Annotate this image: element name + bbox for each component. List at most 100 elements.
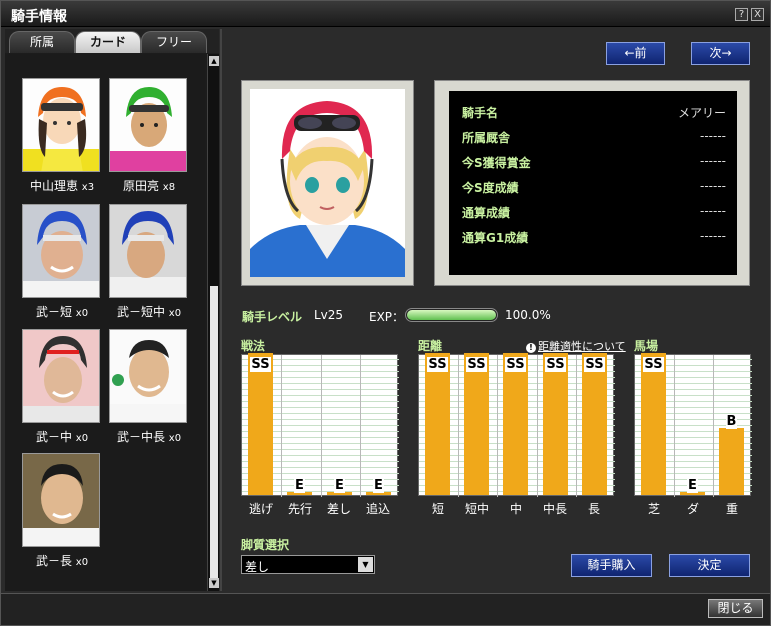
jockey-card-count: x8 <box>162 182 176 193</box>
track-title: 馬場 <box>634 339 659 353</box>
scroll-down-icon[interactable]: ▼ <box>209 578 219 588</box>
aptitude-label: 短 <box>431 502 444 516</box>
aptitude-grade: B <box>725 414 738 429</box>
exp-bar-fill <box>407 310 496 320</box>
jockey-card-caption: 武－中 x0 <box>12 428 112 445</box>
info-label: 騎手名 <box>462 106 499 120</box>
running-style-label: 脚質選択 <box>241 538 290 552</box>
aptitude-grade: E <box>373 478 384 493</box>
jockey-card-count: x0 <box>75 557 89 568</box>
distance-aptitude-link[interactable]: ! 距離適性について <box>526 338 626 354</box>
card-list-scrollbar[interactable]: ▲ ▼ <box>207 54 219 591</box>
chart-column-divider <box>321 355 322 497</box>
dropdown-arrow-icon[interactable]: ▼ <box>358 557 373 572</box>
jockey-card-count: x3 <box>81 182 95 193</box>
jockey-portrait-frame <box>241 80 414 286</box>
tab-card[interactable]: カード <box>75 31 141 53</box>
buy-jockey-button[interactable]: 騎手購入 <box>571 554 652 577</box>
aptitude-bar <box>719 428 744 495</box>
info-label: 今S度成績 <box>462 181 519 195</box>
tab-affiliation[interactable]: 所属 <box>9 31 75 53</box>
info-label: 通算G1成績 <box>462 231 529 245</box>
jockey-level-label: 騎手レベル <box>242 310 303 324</box>
jockey-info-frame: 騎手名 メアリー 所属厩舎 ------ 今S獲得賞金 ------ 今S度成績… <box>434 80 750 286</box>
jockey-card-caption: 武－短 x0 <box>12 303 112 320</box>
info-value: ------ <box>700 229 726 243</box>
info-icon: ! <box>526 343 536 353</box>
jockey-level-value: Lv25 <box>314 308 344 322</box>
running-style-select[interactable]: 差し ▼ <box>241 555 375 574</box>
next-button[interactable]: 次→ <box>691 42 750 65</box>
window-title: 騎手情報 <box>11 9 67 25</box>
jockey-card-count: x0 <box>75 433 89 444</box>
aptitude-grade: SS <box>545 357 566 372</box>
tactics-title: 戦法 <box>241 339 266 353</box>
info-value: メアリー <box>677 106 726 120</box>
close-x-button[interactable]: X <box>751 8 764 21</box>
aptitude-grade: E <box>334 478 345 493</box>
card-panel: 所属 カード フリー 中山理恵 x3 原田亮 x8 武－短 x0 武－短中 x0… <box>5 29 219 591</box>
jockey-card-name: 武－長 <box>35 554 72 568</box>
aptitude-label: 追込 <box>365 502 390 516</box>
info-value: ------ <box>700 154 726 168</box>
info-label: 通算成績 <box>462 206 511 220</box>
confirm-button[interactable]: 決定 <box>669 554 750 577</box>
chart-column-divider <box>458 355 459 497</box>
aptitude-bar <box>503 353 528 495</box>
panel-divider <box>220 29 222 591</box>
aptitude-label: 差し <box>326 502 351 516</box>
aptitude-label: 重 <box>725 502 738 516</box>
close-button[interactable]: 閉じる <box>708 599 763 618</box>
chart-column-divider <box>674 355 675 497</box>
jockey-card-name: 武－中長 <box>116 430 165 444</box>
jockey-card-count: x0 <box>75 308 89 319</box>
distance-title: 距離 <box>418 339 443 353</box>
jockey-card-image <box>109 204 187 298</box>
jockey-card-image <box>22 453 100 547</box>
info-row-total-record: 通算成績 ------ <box>462 204 726 224</box>
jockey-card-image <box>22 204 100 298</box>
info-row-season-record: 今S度成績 ------ <box>462 179 726 199</box>
info-row-stable: 所属厩舎 ------ <box>462 129 726 149</box>
info-value: ------ <box>700 129 726 143</box>
title-bar: 騎手情報 ? X <box>1 1 770 27</box>
info-row-season-prize: 今S獲得賞金 ------ <box>462 154 726 174</box>
help-button[interactable]: ? <box>735 8 748 21</box>
aptitude-grade: SS <box>250 357 271 372</box>
tab-free[interactable]: フリー <box>141 31 207 53</box>
jockey-card-count: x0 <box>168 433 182 444</box>
aptitude-label: 長 <box>587 502 600 516</box>
aptitude-grade: E <box>294 478 305 493</box>
running-style-selected: 差し <box>245 560 270 574</box>
aptitude-bar <box>464 353 489 495</box>
card-list: 中山理恵 x3 原田亮 x8 武－短 x0 武－短中 x0 武－中 x0 武－中… <box>5 54 205 591</box>
aptitude-label: ダ <box>686 502 699 516</box>
info-label: 所属厩舎 <box>462 131 511 145</box>
scroll-thumb[interactable] <box>210 286 218 578</box>
jockey-card-caption: 武－長 x0 <box>12 552 112 569</box>
jockey-card-name: 武－短 <box>35 305 72 319</box>
tactics-chart: SS E E E <box>241 353 399 497</box>
info-value: ------ <box>700 179 726 193</box>
aptitude-label: 芝 <box>647 502 660 516</box>
distance-aptitude-link-label: 距離適性について <box>538 340 626 353</box>
jockey-card-count: x0 <box>168 308 182 319</box>
info-label: 今S獲得賞金 <box>462 156 531 170</box>
exp-label: EXP： <box>369 310 405 324</box>
prev-button[interactable]: ←前 <box>606 42 665 65</box>
track-chart: SS E B <box>634 353 752 497</box>
aptitude-grade: SS <box>505 357 526 372</box>
aptitude-label: 先行 <box>287 502 312 516</box>
aptitude-bar <box>641 353 666 495</box>
aptitude-label: 短中 <box>464 502 489 516</box>
info-row-g1-record: 通算G1成績 ------ <box>462 229 726 249</box>
jockey-card-caption: 武－短中 x0 <box>99 303 199 320</box>
aptitude-bar <box>582 353 607 495</box>
aptitude-bar <box>543 353 568 495</box>
jockey-card-name: 原田亮 <box>122 179 159 193</box>
aptitude-grade: SS <box>466 357 487 372</box>
distance-chart: SS SS SS SS SS <box>418 353 615 497</box>
jockey-card-image <box>22 78 100 172</box>
scroll-up-icon[interactable]: ▲ <box>209 56 219 66</box>
aptitude-bar <box>248 353 273 495</box>
